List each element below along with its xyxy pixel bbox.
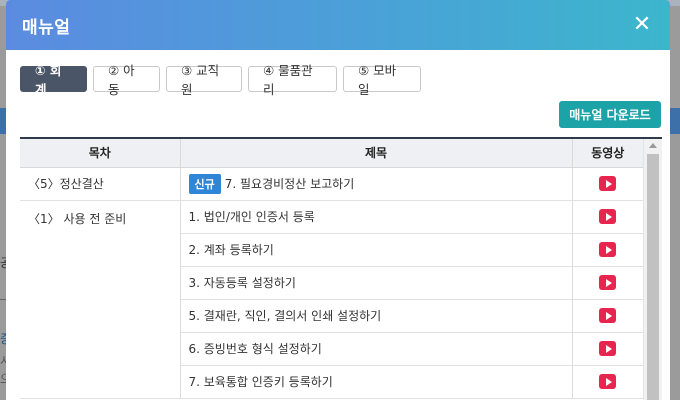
- tab-staff[interactable]: ③ 교직원: [166, 63, 242, 97]
- play-video-icon[interactable]: [599, 308, 617, 323]
- play-video-icon[interactable]: [599, 341, 617, 356]
- tab-children[interactable]: ② 아동: [93, 63, 160, 97]
- title-cell[interactable]: 7. 보육통합 인증키 등록하기: [180, 365, 573, 399]
- title-text: 7. 필요경비정산 보고하기: [224, 176, 355, 191]
- tab-mobile[interactable]: ⑤ 모바일: [343, 63, 421, 97]
- video-cell: [572, 167, 643, 201]
- table-row: 〈5〉정산결산 신규 7. 필요경비정산 보고하기: [20, 167, 643, 201]
- manual-table-container: 목차 제목 동영상 〈5〉정산결산 신규 7. 필요경비정산 보고하기 〈1〉 사…: [20, 137, 662, 400]
- video-cell: [572, 266, 643, 300]
- video-cell: [572, 200, 643, 234]
- modal-title: 매뉴얼: [22, 17, 71, 38]
- table-row: 〈1〉 사용 전 준비 1. 법인/개인 인증서 등록: [20, 200, 643, 399]
- play-video-icon[interactable]: [599, 176, 617, 191]
- tab-inventory[interactable]: ④ 물품관리: [248, 63, 337, 97]
- modal-header: 매뉴얼 ✕: [6, 0, 670, 50]
- background-blue-band-right: [670, 108, 680, 134]
- header-toc: 목차: [20, 139, 181, 168]
- manual-modal: 매뉴얼 ✕ ① 회계 ② 아동 ③ 교직원 ④ 물품관리 ⑤ 모바일 매뉴얼 다…: [6, 0, 670, 400]
- scroll-up-arrow-icon[interactable]: [649, 143, 657, 148]
- title-cell[interactable]: 6. 증빙번호 형식 설정하기: [180, 332, 573, 366]
- manual-download-button[interactable]: 매뉴얼 다운로드: [559, 101, 661, 128]
- video-cell: [572, 365, 643, 399]
- toc-cell: 〈1〉 사용 전 준비: [20, 200, 181, 399]
- play-video-icon[interactable]: [599, 374, 617, 389]
- new-badge: 신규: [188, 173, 221, 194]
- table-scrollbar[interactable]: [643, 139, 662, 400]
- table-header-row: 목차 제목 동영상: [20, 139, 643, 168]
- title-cell[interactable]: 5. 결재란, 직인, 결의서 인쇄 설정하기: [180, 299, 573, 333]
- video-cell: [572, 233, 643, 267]
- play-video-icon[interactable]: [599, 275, 617, 290]
- title-cell[interactable]: 2. 계좌 등록하기: [180, 233, 573, 267]
- title-cell[interactable]: 신규 7. 필요경비정산 보고하기: [180, 167, 573, 201]
- header-title: 제목: [180, 139, 573, 168]
- category-tabs: ① 회계 ② 아동 ③ 교직원 ④ 물품관리 ⑤ 모바일: [20, 63, 421, 97]
- video-cell: [572, 332, 643, 366]
- toc-cell: 〈5〉정산결산: [20, 167, 181, 201]
- video-cell: [572, 299, 643, 333]
- header-video: 동영상: [572, 139, 643, 168]
- tab-accounting[interactable]: ① 회계: [20, 63, 87, 97]
- title-cell[interactable]: 3. 자동등록 설정하기: [180, 266, 573, 300]
- title-cell[interactable]: 1. 법인/개인 인증서 등록: [180, 200, 573, 234]
- manual-table: 목차 제목 동영상 〈5〉정산결산 신규 7. 필요경비정산 보고하기 〈1〉 사…: [20, 139, 643, 399]
- close-icon[interactable]: ✕: [630, 13, 654, 37]
- play-video-icon[interactable]: [599, 242, 617, 257]
- scroll-thumb[interactable]: [647, 154, 659, 400]
- play-video-icon[interactable]: [599, 209, 617, 224]
